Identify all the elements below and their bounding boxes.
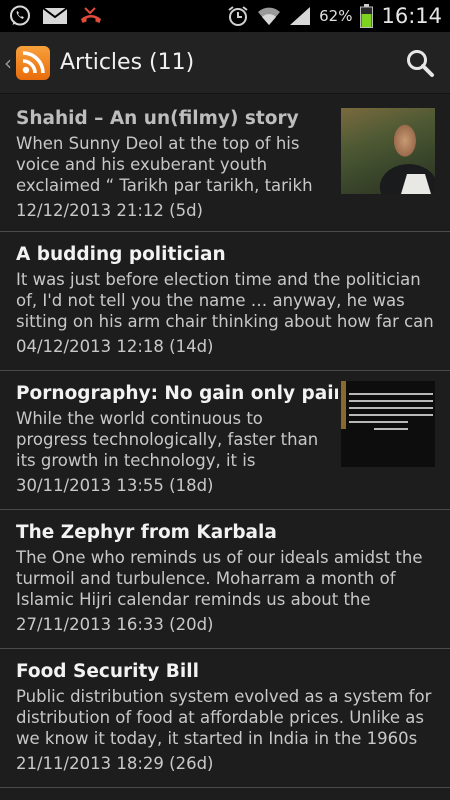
article-date: 27/11/2013 16:33 (20d) (16, 615, 214, 634)
article-title: Shahid – An un(filmy) story (16, 108, 299, 129)
mail-icon (42, 6, 68, 26)
article-snippet: When Sunny Deol at the top of his voice … (16, 134, 313, 195)
article-date: 04/12/2013 12:18 (14d) (16, 337, 214, 356)
article-date: 21/11/2013 18:29 (26d) (16, 754, 214, 773)
article-snippet: It was just before election time and the… (16, 270, 434, 331)
search-icon[interactable] (390, 33, 450, 93)
article-title: The Zephyr from Karbala (16, 522, 277, 543)
article-snippet: While the world continuous to progress t… (16, 409, 319, 470)
clock: 16:14 (381, 4, 442, 28)
article-thumbnail (341, 381, 435, 467)
list-item[interactable]: Pornography: No gain only pain While the… (0, 371, 450, 510)
wifi-icon (257, 6, 281, 26)
list-item[interactable]: Food Security Bill Public distribution s… (0, 649, 450, 788)
rss-icon[interactable] (16, 45, 50, 80)
alarm-icon (227, 5, 249, 27)
list-item[interactable]: A budding politician It was just before … (0, 232, 450, 371)
up-caret-icon[interactable]: ‹ (4, 51, 14, 75)
whatsapp-icon (8, 4, 32, 28)
battery-percent: 62% (319, 7, 353, 25)
article-title: Pornography: No gain only pain (16, 383, 338, 404)
article-title: Food Security Bill (16, 661, 199, 682)
signal-icon (289, 6, 311, 26)
action-bar: ‹ Articles (11) (0, 32, 450, 94)
article-snippet: Public distribution system evolved as a … (16, 687, 432, 748)
list-item[interactable]: Shahid – An un(filmy) story When Sunny D… (0, 102, 450, 232)
article-date: 12/12/2013 21:12 (5d) (16, 201, 203, 220)
article-date: 30/11/2013 13:55 (18d) (16, 476, 214, 495)
missed-call-icon (78, 5, 104, 27)
article-title: A budding politician (16, 244, 226, 265)
page-title: Articles (11) (60, 50, 195, 75)
article-snippet: The One who reminds us of our ideals ami… (16, 548, 423, 609)
battery-icon (360, 4, 374, 28)
list-item[interactable]: The Zephyr from Karbala The One who remi… (0, 510, 450, 649)
status-bar: 62% 16:14 (0, 0, 450, 32)
article-list: Shahid – An un(filmy) story When Sunny D… (0, 102, 450, 788)
article-thumbnail (341, 108, 435, 194)
